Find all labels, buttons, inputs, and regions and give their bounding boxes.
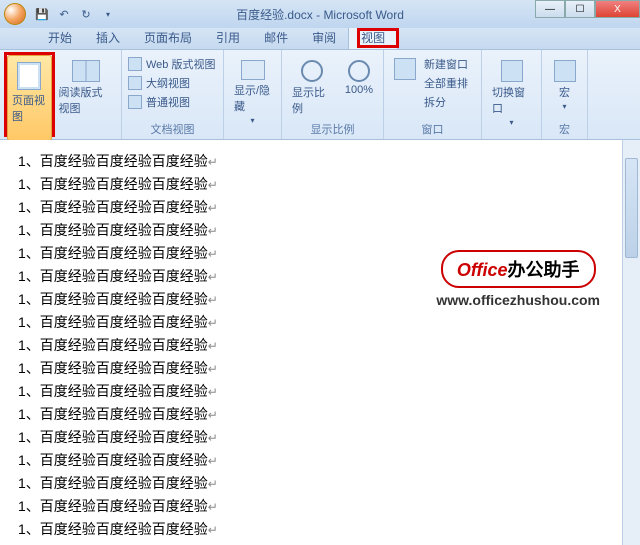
group-show-hide: 显示/隐藏 ▾: [224, 50, 282, 139]
qat-dropdown-icon[interactable]: ▾: [100, 6, 116, 22]
watermark-url: www.officezhushou.com: [436, 292, 600, 308]
tab-审阅[interactable]: 审阅: [300, 26, 348, 49]
doc-line: 1、百度经验百度经验百度经验↵: [18, 311, 622, 334]
doc-line: 1、百度经验百度经验百度经验↵: [18, 173, 622, 196]
group-switch-window: 切换窗口 ▾: [482, 50, 542, 139]
scroll-thumb[interactable]: [625, 158, 638, 258]
split-label: 拆分: [424, 94, 446, 110]
doc-line: 1、百度经验百度经验百度经验↵: [18, 449, 622, 472]
page-view-button[interactable]: 页面视图: [7, 55, 52, 141]
doc-line: 1、百度经验百度经验百度经验↵: [18, 219, 622, 242]
new-window-button[interactable]: 新建窗口: [424, 56, 468, 72]
reading-view-icon: [72, 60, 100, 82]
macro-icon: [554, 60, 576, 82]
group-doc-views-main: 页面视图 阅读版式视图: [0, 50, 122, 139]
outline-view-label: 大纲视图: [146, 75, 190, 91]
split-button[interactable]: 拆分: [424, 94, 468, 110]
office-orb[interactable]: [4, 3, 26, 25]
reading-view-label: 阅读版式视图: [59, 84, 113, 116]
macro-button[interactable]: 宏 ▾: [546, 52, 583, 111]
doc-line: 1、百度经验百度经验百度经验↵: [18, 380, 622, 403]
chevron-down-icon: ▾: [250, 116, 254, 125]
switch-window-icon: [501, 60, 523, 82]
ruler-icon: [241, 60, 265, 80]
tab-视图[interactable]: 视图: [348, 25, 398, 49]
normal-view-button[interactable]: 普通视图: [128, 94, 217, 110]
outline-view-icon: [128, 76, 142, 90]
web-layout-label: Web 版式视图: [146, 56, 215, 72]
close-button[interactable]: X: [595, 0, 640, 18]
zoom-group-label: 显示比例: [282, 121, 383, 137]
ribbon: 页面视图 阅读版式视图 Web 版式视图 大纲视图 普通视图 文档视图 显示/隐…: [0, 50, 640, 140]
maximize-button[interactable]: ☐: [565, 0, 595, 18]
doc-line: 1、百度经验百度经验百度经验↵: [18, 334, 622, 357]
zoom-100-button[interactable]: 100%: [339, 52, 379, 116]
zoom-label: 显示比例: [292, 84, 333, 116]
doc-line: 1、百度经验百度经验百度经验↵: [18, 196, 622, 219]
redo-icon[interactable]: ↻: [78, 6, 94, 22]
zoom-100-label: 100%: [345, 84, 373, 96]
show-hide-button[interactable]: 显示/隐藏 ▾: [228, 52, 277, 125]
tab-开始[interactable]: 开始: [36, 26, 84, 49]
doc-views-group-label: 文档视图: [122, 121, 223, 137]
save-icon[interactable]: 💾: [34, 6, 50, 22]
arrange-all-label: 全部重排: [424, 75, 468, 91]
page-view-icon: [17, 62, 41, 90]
doc-line: 1、百度经验百度经验百度经验↵: [18, 426, 622, 449]
page-view-label: 页面视图: [12, 92, 47, 124]
normal-view-icon: [128, 95, 142, 109]
zoom-button[interactable]: 显示比例: [286, 52, 339, 116]
watermark: Office办公助手 www.officezhushou.com: [436, 250, 600, 308]
web-layout-icon: [128, 57, 142, 71]
chevron-down-icon: ▾: [562, 102, 566, 111]
document-area: 1、百度经验百度经验百度经验↵1、百度经验百度经验百度经验↵1、百度经验百度经验…: [0, 140, 640, 545]
doc-line: 1、百度经验百度经验百度经验↵: [18, 150, 622, 173]
ribbon-tabs: 开始插入页面布局引用邮件审阅视图: [0, 28, 640, 50]
outline-view-button[interactable]: 大纲视图: [128, 75, 217, 91]
switch-window-label: 切换窗口: [492, 84, 531, 116]
show-hide-label: 显示/隐藏: [234, 82, 271, 114]
normal-view-label: 普通视图: [146, 94, 190, 110]
document-content[interactable]: 1、百度经验百度经验百度经验↵1、百度经验百度经验百度经验↵1、百度经验百度经验…: [0, 140, 622, 545]
tab-邮件[interactable]: 邮件: [252, 26, 300, 49]
quick-access-toolbar: 💾 ↶ ↻ ▾: [34, 6, 116, 22]
window-group-label: 窗口: [384, 121, 481, 137]
cursor: |↵: [18, 541, 622, 545]
highlight-page-view: 页面视图: [4, 52, 55, 137]
doc-line: 1、百度经验百度经验百度经验↵: [18, 403, 622, 426]
arrange-all-button[interactable]: 全部重排: [424, 75, 468, 91]
watermark-brand1: Office: [457, 260, 508, 280]
tab-引用[interactable]: 引用: [204, 26, 252, 49]
zoom-100-icon: [348, 60, 370, 82]
doc-line: 1、百度经验百度经验百度经验↵: [18, 518, 622, 541]
doc-line: 1、百度经验百度经验百度经验↵: [18, 495, 622, 518]
minimize-button[interactable]: —: [535, 0, 565, 18]
macro-group-label: 宏: [542, 121, 587, 137]
tab-页面布局[interactable]: 页面布局: [132, 26, 204, 49]
zoom-icon: [301, 60, 323, 82]
chevron-down-icon: ▾: [509, 118, 513, 127]
tab-插入[interactable]: 插入: [84, 26, 132, 49]
vertical-scrollbar[interactable]: [622, 140, 640, 545]
window-title: 百度经验.docx - Microsoft Word: [236, 6, 404, 23]
watermark-badge: Office办公助手: [441, 250, 596, 288]
group-doc-views-small: Web 版式视图 大纲视图 普通视图 文档视图: [122, 50, 224, 139]
undo-icon[interactable]: ↶: [56, 6, 72, 22]
window-stack-icon: [394, 58, 416, 80]
new-window-label: 新建窗口: [424, 56, 468, 72]
watermark-brand2: 办公助手: [508, 260, 580, 280]
title-bar: 💾 ↶ ↻ ▾ 百度经验.docx - Microsoft Word — ☐ X: [0, 0, 640, 28]
group-zoom: 显示比例 100% 显示比例: [282, 50, 384, 139]
macro-label: 宏: [559, 84, 570, 100]
web-layout-button[interactable]: Web 版式视图: [128, 56, 217, 72]
reading-view-button[interactable]: 阅读版式视图: [55, 52, 117, 137]
group-macro: 宏 ▾ 宏: [542, 50, 588, 139]
group-window-arrange: 新建窗口 全部重排 拆分 窗口: [384, 50, 482, 139]
window-controls: — ☐ X: [535, 0, 640, 18]
doc-line: 1、百度经验百度经验百度经验↵: [18, 472, 622, 495]
switch-window-button[interactable]: 切换窗口 ▾: [486, 52, 537, 127]
doc-line: 1、百度经验百度经验百度经验↵: [18, 357, 622, 380]
